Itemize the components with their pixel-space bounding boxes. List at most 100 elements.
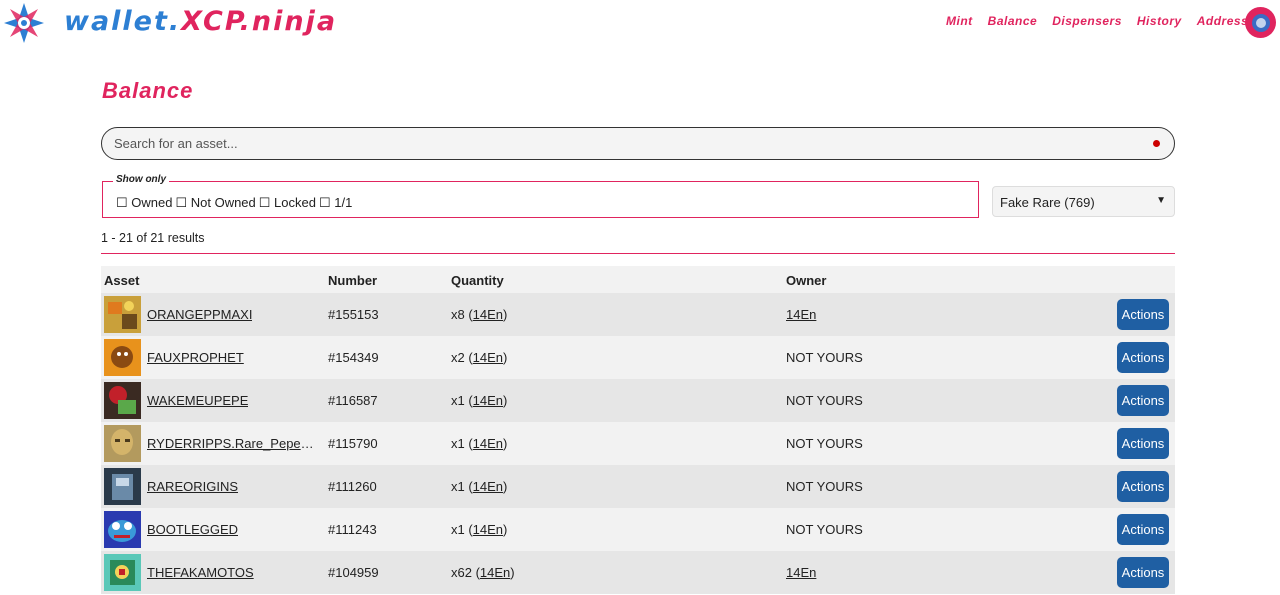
- asset-quantity: x62 (14En): [451, 565, 515, 580]
- qty-prefix: x8 (: [451, 307, 473, 322]
- filter-not-owned-checkbox[interactable]: ☐ Not Owned: [175, 195, 255, 211]
- actions-button[interactable]: Actions: [1117, 385, 1169, 416]
- qty-suffix: ): [503, 350, 508, 365]
- qty-suffix: ): [503, 307, 508, 322]
- qty-suffix: ): [503, 479, 508, 494]
- table-header: Asset Number Quantity Owner: [101, 266, 1175, 293]
- actions-button[interactable]: Actions: [1117, 557, 1169, 588]
- owner-label: NOT YOURS: [786, 522, 863, 537]
- qty-prefix: x1 (: [451, 479, 473, 494]
- divider: [101, 253, 1175, 254]
- brand-part-2: XCP.ninja: [181, 6, 338, 37]
- nav-mint[interactable]: Mint: [946, 14, 973, 28]
- qty-owner-link[interactable]: 14En: [480, 565, 510, 580]
- qty-owner-link[interactable]: 14En: [473, 522, 503, 537]
- ninja-star-logo-icon[interactable]: [3, 2, 45, 44]
- actions-button[interactable]: Actions: [1117, 342, 1169, 373]
- asset-link[interactable]: ORANGEPPMAXI: [147, 307, 252, 322]
- filter-one-of-one-checkbox[interactable]: ☐ 1/1: [319, 195, 352, 211]
- table-row: BOOTLEGGED #111243 x1 (14En) NOT YOURS A…: [101, 508, 1175, 551]
- asset-thumbnail[interactable]: [104, 425, 141, 462]
- actions-button[interactable]: Actions: [1117, 514, 1169, 545]
- asset-link[interactable]: RAREORIGINS: [147, 479, 238, 494]
- asset-link[interactable]: RYDERRIPPS.Rare_Pepe_...: [147, 436, 315, 451]
- asset-number: #111260: [328, 479, 377, 494]
- asset-link[interactable]: WAKEMEUPEPE: [147, 393, 248, 408]
- collection-select-value: Fake Rare (769): [1000, 195, 1095, 210]
- header-number: Number: [328, 273, 378, 288]
- asset-quantity: x8 (14En): [451, 307, 507, 322]
- results-count: 1 - 21 of 21 results: [101, 231, 205, 245]
- asset-link[interactable]: FAUXPROPHET: [147, 350, 244, 365]
- asset-thumbnail[interactable]: [104, 296, 141, 333]
- table-row: RAREORIGINS #111260 x1 (14En) NOT YOURS …: [101, 465, 1175, 508]
- asset-number: #104959: [328, 565, 379, 580]
- qty-owner-link[interactable]: 14En: [473, 307, 503, 322]
- owner-label: NOT YOURS: [786, 479, 863, 494]
- avatar[interactable]: [1245, 7, 1276, 38]
- asset-quantity: x2 (14En): [451, 350, 507, 365]
- owner-label: NOT YOURS: [786, 350, 863, 365]
- filter-locked-checkbox[interactable]: ☐ Locked: [259, 195, 316, 211]
- asset-quantity: x1 (14En): [451, 393, 507, 408]
- nav-history[interactable]: History: [1137, 14, 1182, 28]
- table-row: THEFAKAMOTOS #104959 x62 (14En) 14En Act…: [101, 551, 1175, 594]
- qty-suffix: ): [510, 565, 515, 580]
- filter-legend: Show only: [113, 174, 169, 185]
- table-row: RYDERRIPPS.Rare_Pepe_... #115790 x1 (14E…: [101, 422, 1175, 465]
- qty-prefix: x1 (: [451, 393, 473, 408]
- asset-thumbnail[interactable]: [104, 511, 141, 548]
- status-dot-icon: [1153, 140, 1160, 147]
- owner-label: NOT YOURS: [786, 393, 863, 408]
- table-row: WAKEMEUPEPE #116587 x1 (14En) NOT YOURS …: [101, 379, 1175, 422]
- owner-link[interactable]: 14En: [786, 565, 816, 580]
- top-nav: Mint Balance Dispensers History Addresse…: [946, 14, 1263, 28]
- page-title: Balance: [102, 78, 194, 103]
- header-asset: Asset: [104, 273, 140, 288]
- asset-link[interactable]: BOOTLEGGED: [147, 522, 238, 537]
- qty-suffix: ): [503, 522, 508, 537]
- owner-label: NOT YOURS: [786, 436, 863, 451]
- qty-suffix: ): [503, 436, 508, 451]
- filter-fieldset: Show only ☐ Owned ☐ Not Owned ☐ Locked ☐…: [102, 174, 979, 218]
- qty-owner-link[interactable]: 14En: [473, 350, 503, 365]
- brand-title[interactable]: wallet.XCP.ninja: [64, 6, 337, 37]
- asset-number: #116587: [328, 393, 378, 408]
- qty-owner-link[interactable]: 14En: [473, 393, 503, 408]
- asset-number: #154349: [328, 350, 379, 365]
- asset-number: #111243: [328, 522, 377, 537]
- dropdown-arrow-icon: ▼: [1156, 195, 1166, 206]
- owner-link[interactable]: 14En: [786, 307, 816, 322]
- asset-thumbnail[interactable]: [104, 468, 141, 505]
- collection-select[interactable]: Fake Rare (769) ▼: [992, 186, 1175, 217]
- qty-prefix: x62 (: [451, 565, 480, 580]
- asset-quantity: x1 (14En): [451, 522, 507, 537]
- qty-prefix: x1 (: [451, 522, 473, 537]
- brand-part-1: wallet.: [64, 6, 182, 37]
- asset-quantity: x1 (14En): [451, 479, 507, 494]
- qty-owner-link[interactable]: 14En: [473, 479, 503, 494]
- search-input[interactable]: [114, 128, 1134, 159]
- actions-button[interactable]: Actions: [1117, 299, 1169, 330]
- actions-button[interactable]: Actions: [1117, 428, 1169, 459]
- asset-number: #155153: [328, 307, 379, 322]
- asset-link[interactable]: THEFAKAMOTOS: [147, 565, 254, 580]
- search-bar: [101, 127, 1175, 160]
- qty-prefix: x1 (: [451, 436, 473, 451]
- asset-thumbnail[interactable]: [104, 554, 141, 591]
- qty-prefix: x2 (: [451, 350, 473, 365]
- balance-table: Asset Number Quantity Owner ORANGEPPMAXI…: [101, 266, 1175, 594]
- qty-owner-link[interactable]: 14En: [473, 436, 503, 451]
- table-row: FAUXPROPHET #154349 x2 (14En) NOT YOURS …: [101, 336, 1175, 379]
- asset-thumbnail[interactable]: [104, 339, 141, 376]
- nav-balance[interactable]: Balance: [988, 14, 1038, 28]
- asset-thumbnail[interactable]: [104, 382, 141, 419]
- asset-number: #115790: [328, 436, 378, 451]
- header-owner: Owner: [786, 273, 827, 288]
- nav-dispensers[interactable]: Dispensers: [1052, 14, 1122, 28]
- filter-owned-checkbox[interactable]: ☐ Owned: [116, 195, 172, 211]
- actions-button[interactable]: Actions: [1117, 471, 1169, 502]
- qty-suffix: ): [503, 393, 508, 408]
- filter-options: ☐ Owned ☐ Not Owned ☐ Locked ☐ 1/1: [116, 195, 352, 211]
- asset-quantity: x1 (14En): [451, 436, 507, 451]
